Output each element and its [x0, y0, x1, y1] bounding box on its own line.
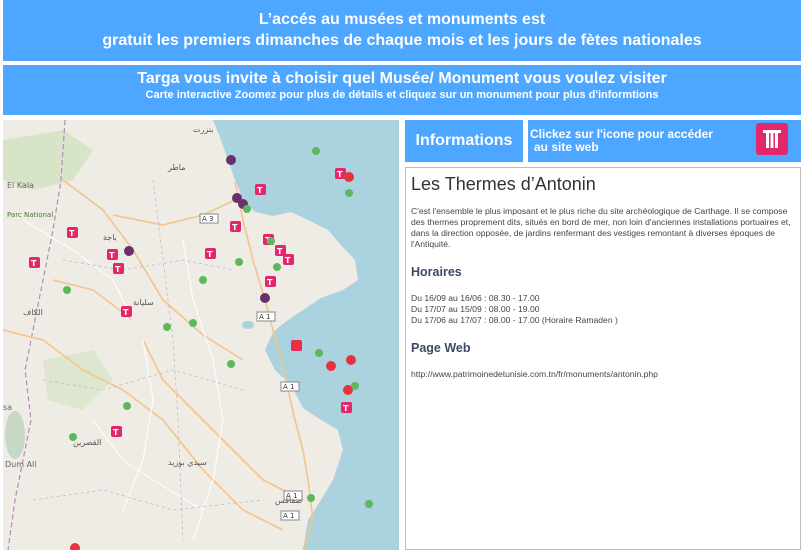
- svg-text:T: T: [232, 223, 238, 232]
- invite-title: Targa vous invite à choisir quel Musée/ …: [137, 70, 667, 87]
- museum-marker[interactable]: T: [283, 254, 294, 265]
- museum-marker[interactable]: T: [205, 248, 216, 259]
- website-line-2: au site web: [534, 140, 599, 154]
- museum-marker[interactable]: T: [29, 257, 40, 268]
- monument-marker[interactable]: [345, 189, 353, 197]
- label-city-3: باجة: [103, 233, 117, 242]
- museum-marker[interactable]: T: [255, 184, 266, 195]
- monument-marker[interactable]: [243, 205, 251, 213]
- monument-marker[interactable]: [267, 237, 275, 245]
- monument-info-panel: Les Thermes d’Antonin C'est l'ensemble l…: [405, 167, 801, 550]
- sabkha-lake: [5, 411, 25, 459]
- monument-marker[interactable]: [315, 349, 323, 357]
- monument-description: C'est l'ensemble le plus imposant et le …: [411, 206, 791, 249]
- web-heading: Page Web: [411, 341, 471, 355]
- svg-text:T: T: [69, 229, 75, 238]
- hours-heading: Horaires: [411, 265, 462, 279]
- svg-text:T: T: [257, 186, 263, 195]
- label-city-7: سيدي بوزيد: [168, 458, 207, 467]
- label-city-8: صفاقس: [275, 496, 303, 505]
- monument-marker[interactable]: [163, 323, 171, 331]
- monument-marker[interactable]: [63, 286, 71, 294]
- label-sa: sa: [3, 403, 12, 412]
- monument-marker[interactable]: [70, 543, 80, 550]
- label-city-2: ماطر: [167, 163, 186, 172]
- monument-marker[interactable]: [346, 355, 356, 365]
- free-access-banner: L’accés au musées et monuments est gratu…: [3, 0, 801, 61]
- svg-text:T: T: [285, 256, 291, 265]
- monument-title: Les Thermes d’Antonin: [411, 174, 596, 194]
- lake-kelbia: [242, 321, 254, 329]
- museum-marker[interactable]: T: [341, 402, 352, 413]
- monument-marker[interactable]: [326, 361, 336, 371]
- svg-text:T: T: [123, 308, 129, 317]
- monument-marker[interactable]: [123, 402, 131, 410]
- svg-text:T: T: [337, 170, 343, 179]
- monument-marker[interactable]: [226, 155, 236, 165]
- label-city-4: الكاف: [23, 308, 43, 317]
- museum-marker[interactable]: T: [113, 263, 124, 274]
- hours-row: Du 17/06 au 17/07 : 08.00 - 17.00 (Horai…: [411, 315, 618, 325]
- label-el-kala: El Kala: [7, 181, 34, 190]
- museum-marker[interactable]: T: [111, 426, 122, 437]
- svg-text:T: T: [267, 278, 273, 287]
- monument-marker[interactable]: [189, 319, 197, 327]
- monument-marker[interactable]: [365, 500, 373, 508]
- label-city-5: سليانة: [133, 298, 154, 307]
- label-city-1: بنزرت: [193, 125, 213, 134]
- banner-line-1: L’accés au musées et monuments est: [258, 11, 546, 28]
- monument-marker[interactable]: [124, 246, 134, 256]
- museum-marker[interactable]: T: [230, 221, 241, 232]
- map-canvas[interactable]: A 1 A 1 A 1 A 1 A 3 El Kala Parc Nationa…: [3, 120, 399, 550]
- monument-url[interactable]: http://www.patrimoinedetunisie.com.tn/fr…: [411, 369, 795, 380]
- monument-marker[interactable]: [260, 293, 270, 303]
- museum-marker[interactable]: T: [107, 249, 118, 260]
- hours-row: Du 17/07 au 15/09 : 08.00 - 19.00: [411, 304, 540, 314]
- label-dum-ali: Dum Ali: [5, 460, 36, 469]
- monument-marker[interactable]: [312, 147, 320, 155]
- label-city-6: القصرين: [73, 438, 101, 447]
- museum-marker[interactable]: T: [67, 227, 78, 238]
- column-icon[interactable]: [756, 123, 788, 155]
- museum-marker[interactable]: T: [265, 276, 276, 287]
- invite-subtitle: Carte interactive Zoomez pour plus de dé…: [145, 89, 659, 101]
- website-button[interactable]: Clickez sur l'icone pour accéder au site…: [528, 120, 801, 162]
- hours-list: Du 16/09 au 16/06 : 08.30 - 17.00 Du 17/…: [411, 293, 795, 326]
- svg-text:T: T: [115, 265, 121, 274]
- svg-text:T: T: [31, 259, 37, 268]
- svg-text:A 3: A 3: [202, 215, 213, 223]
- museum-marker[interactable]: T: [121, 306, 132, 317]
- interactive-map[interactable]: A 1 A 1 A 1 A 1 A 3 El Kala Parc Nationa…: [3, 120, 399, 550]
- svg-text:A 1: A 1: [259, 313, 270, 321]
- monument-marker[interactable]: [235, 258, 243, 266]
- banner-line-2: gratuit les premiers dimanches de chaque…: [102, 32, 702, 49]
- informations-button[interactable]: Informations: [405, 120, 523, 162]
- monument-marker[interactable]: [351, 382, 359, 390]
- road-shield-a1-1: A 1: [256, 311, 276, 322]
- website-instructions: Clickez sur l'icone pour accéder au site…: [530, 128, 730, 154]
- svg-text:T: T: [109, 251, 115, 260]
- monument-marker[interactable]: [344, 172, 354, 182]
- informations-label: Informations: [415, 132, 513, 149]
- hours-row: Du 16/09 au 16/06 : 08.30 - 17.00: [411, 293, 540, 303]
- monument-marker[interactable]: [227, 360, 235, 368]
- monument-marker[interactable]: [292, 340, 302, 350]
- svg-text:T: T: [277, 247, 283, 256]
- monument-marker[interactable]: [69, 433, 77, 441]
- label-parc: Parc National: [7, 211, 53, 219]
- road-shield-a1-5: A 1: [280, 510, 300, 521]
- road-shield-a3: A 3: [199, 213, 219, 224]
- monument-marker[interactable]: [273, 263, 281, 271]
- svg-text:A 1: A 1: [283, 512, 294, 520]
- svg-text:A 1: A 1: [283, 383, 294, 391]
- svg-text:T: T: [207, 250, 213, 259]
- sea-area: [213, 120, 399, 550]
- monument-marker[interactable]: [199, 276, 207, 284]
- road-shield-a1-3: A 1: [280, 381, 300, 392]
- monument-marker[interactable]: [307, 494, 315, 502]
- svg-text:T: T: [343, 404, 349, 413]
- svg-text:T: T: [113, 428, 119, 437]
- invite-banner: Targa vous invite à choisir quel Musée/ …: [3, 65, 801, 115]
